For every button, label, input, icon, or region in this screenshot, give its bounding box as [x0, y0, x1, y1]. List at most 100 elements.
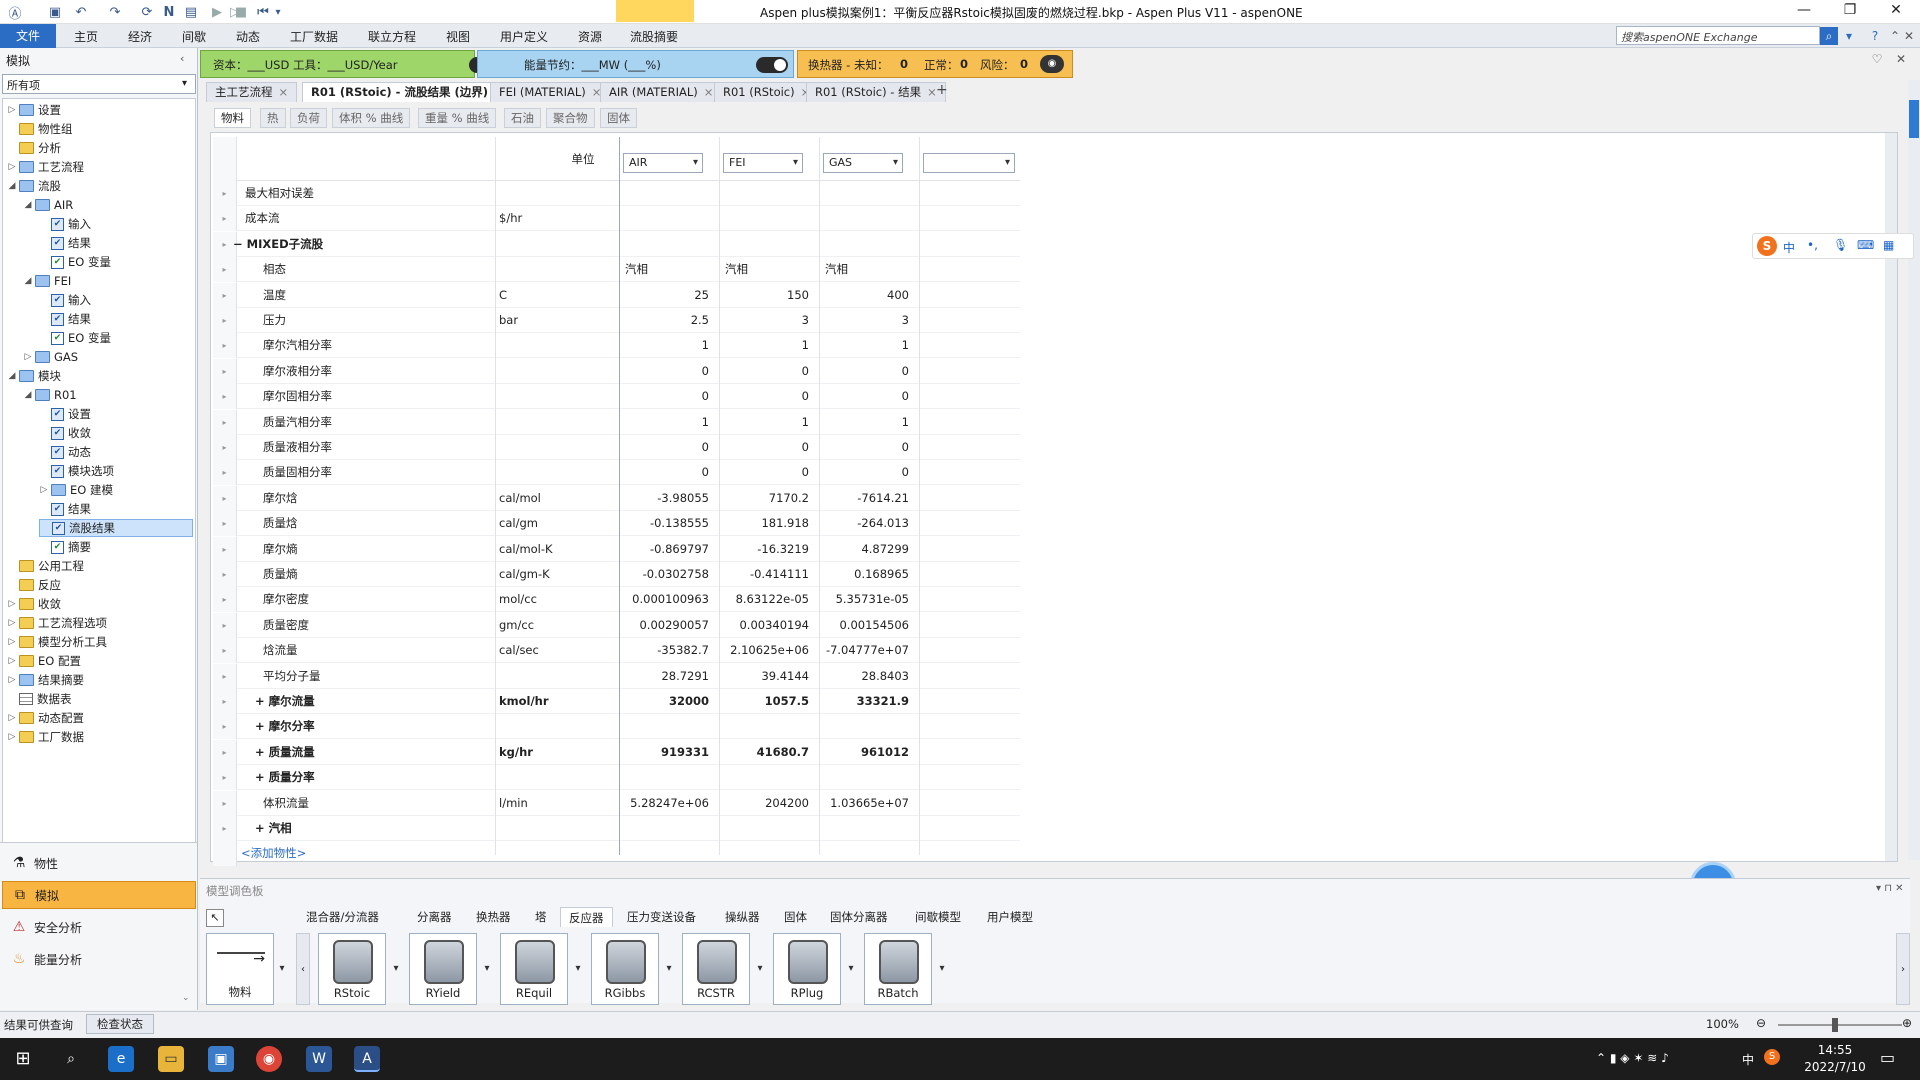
palette-tab[interactable]: 用户模型 — [979, 907, 1041, 927]
tree-node[interactable]: ▷ 工厂数据 — [7, 728, 193, 746]
collapse-row-icon[interactable]: − — [233, 237, 247, 251]
menu-batch[interactable]: 间歇 — [182, 28, 206, 45]
run-icon[interactable]: ▶ — [208, 3, 226, 21]
palette-scroll-left-icon[interactable]: ‹ — [296, 933, 310, 1005]
tree-node[interactable]: ▷ 收敛 — [7, 595, 193, 613]
row-header[interactable]: ▸ — [213, 460, 237, 486]
new-tab-icon[interactable]: + — [936, 82, 948, 98]
tab-air-material[interactable]: AIR (MATERIAL) × — [600, 82, 723, 102]
unit-cell[interactable]: bar — [499, 308, 617, 333]
unit-cell[interactable] — [499, 384, 617, 409]
row-header[interactable]: ▸ — [213, 358, 237, 384]
main-scrollbar[interactable] — [1908, 80, 1920, 860]
row-header[interactable]: ▸ — [213, 511, 237, 537]
unit-cell[interactable] — [499, 435, 617, 460]
ime-mode[interactable]: 中 — [1783, 239, 1795, 256]
ime-toolbar[interactable]: S 中 •, 🎙 ⌨ ▦ — [1752, 233, 1914, 259]
palette-model-rcstr[interactable]: RCSTR — [682, 933, 750, 1005]
expand-row-icon[interactable]: + — [255, 821, 269, 835]
subtab-polymer[interactable]: 聚合物 — [546, 108, 595, 128]
palette-tab[interactable]: 固体 — [776, 907, 815, 927]
tree-node[interactable]: ▷ GAS — [23, 348, 193, 366]
close-icon[interactable]: × — [279, 85, 289, 99]
zoom-in-icon[interactable]: ⊕ — [1902, 1016, 1912, 1030]
unit-cell[interactable]: $/hr — [499, 206, 617, 231]
tree-node[interactable]: ✔ EO 变量 — [39, 329, 193, 347]
aspen-plus-taskbar-icon[interactable]: A — [354, 1046, 380, 1072]
palette-tab[interactable]: 混合器/分流器 — [298, 907, 387, 927]
row-header[interactable]: ▸ — [213, 282, 237, 308]
collapse-icon[interactable]: ◢ — [23, 390, 33, 400]
expand-icon[interactable]: ▷ — [7, 105, 17, 115]
tree-node[interactable]: ✔ 输入 — [39, 215, 193, 233]
grid-menu-icon[interactable]: ▦ — [1883, 238, 1894, 252]
tree-node[interactable]: ✔ 模块选项 — [39, 462, 193, 480]
tray-ime[interactable]: 中 — [1742, 1051, 1754, 1068]
close-button[interactable]: ✕ — [1876, 2, 1916, 22]
model-dropdown-icon[interactable]: ▾ — [570, 933, 586, 1005]
tree-node[interactable]: ▷ 结果摘要 — [7, 671, 193, 689]
unit-cell[interactable]: cal/gm — [499, 511, 617, 536]
menu-file[interactable]: 文件 — [0, 24, 56, 48]
tree-node[interactable]: ✔ 收敛 — [39, 424, 193, 442]
palette-model-rgibbs[interactable]: RGibbs — [591, 933, 659, 1005]
unit-cell[interactable] — [499, 714, 617, 739]
palette-tab[interactable]: 间歇模型 — [907, 907, 969, 927]
main-scroll-thumb[interactable] — [1909, 100, 1919, 138]
tree-node[interactable]: 反应 — [7, 576, 193, 594]
tab-main-flowsheet[interactable]: 主工艺流程 × — [206, 82, 298, 102]
row-header[interactable]: ▸ — [213, 638, 237, 664]
menu-plant-data[interactable]: 工厂数据 — [290, 28, 338, 45]
reinit-icon[interactable]: ⟳ — [138, 3, 156, 21]
menu-customize[interactable]: 用户定义 — [500, 28, 548, 45]
palette-tab[interactable]: 分离器 — [409, 907, 460, 927]
microphone-icon[interactable]: 🎙 — [1833, 238, 1848, 252]
row-header[interactable]: ▸ — [213, 714, 237, 740]
tree-node[interactable]: 数据表 — [7, 690, 193, 708]
expand-icon[interactable]: ▷ — [7, 656, 17, 666]
word-icon[interactable]: W — [306, 1046, 332, 1072]
expand-icon[interactable]: ▷ — [7, 732, 17, 742]
row-header[interactable]: ▸ — [213, 765, 237, 791]
menu-home[interactable]: 主页 — [74, 28, 98, 45]
maximize-button[interactable]: ❐ — [1830, 2, 1870, 22]
palette-tab[interactable]: 压力变送设备 — [619, 907, 704, 927]
unit-cell[interactable] — [499, 333, 617, 358]
tree-node[interactable]: 公用工程 — [7, 557, 193, 575]
check-status-button[interactable]: 检查状态 — [86, 1014, 154, 1034]
nav-button-energy[interactable]: ♨ 能量分析 — [2, 945, 196, 973]
punctuation-icon[interactable]: •, — [1807, 238, 1818, 252]
row-header[interactable]: ▸ — [213, 333, 237, 359]
reset-icon[interactable]: ⏮ — [254, 3, 272, 21]
stop-icon[interactable]: ■ — [232, 3, 250, 21]
palette-material-stream[interactable]: → 物料 — [206, 933, 274, 1005]
palette-model-rplug[interactable]: RPlug — [773, 933, 841, 1005]
unit-cell[interactable] — [499, 257, 617, 282]
row-header[interactable]: ▸ — [213, 587, 237, 613]
menu-stream-summary[interactable]: 流股摘要 — [630, 28, 678, 45]
energy-toggle[interactable] — [756, 57, 788, 73]
hx-settings-icon[interactable]: ◉ — [1040, 55, 1064, 73]
expand-icon[interactable]: ▷ — [7, 675, 17, 685]
unit-cell[interactable] — [499, 664, 617, 689]
undo-icon[interactable]: ↶ — [72, 3, 90, 21]
close-pane-icon[interactable]: ✕ — [1892, 50, 1910, 68]
tree-node[interactable]: ◢ R01 — [23, 386, 193, 404]
tree-node[interactable]: ▷ 设置 — [7, 101, 193, 119]
subtab-heat[interactable]: 热 — [260, 108, 286, 128]
menu-dynamics[interactable]: 动态 — [236, 28, 260, 45]
row-header[interactable]: ▸ — [213, 206, 237, 232]
minimize-button[interactable]: — — [1784, 2, 1824, 22]
palette-menu-icon[interactable]: ▾ ⊓ ✕ — [1876, 883, 1904, 894]
chrome-icon[interactable]: ◉ — [256, 1046, 282, 1072]
monitor-app-icon[interactable]: ▣ — [208, 1046, 234, 1072]
exchange-search-input[interactable]: 搜索aspenONE Exchange — [1616, 26, 1820, 45]
tree-node[interactable]: ◢ FEI — [23, 272, 193, 290]
model-dropdown-icon[interactable]: ▾ — [752, 933, 768, 1005]
expand-row-icon[interactable]: + — [255, 770, 269, 784]
tree-node[interactable]: ◢ AIR — [23, 196, 193, 214]
unit-cell[interactable]: l/min — [499, 791, 617, 816]
collapse-icon[interactable]: ◢ — [7, 371, 17, 381]
row-header[interactable]: ▸ — [213, 739, 237, 765]
collapse-icon[interactable]: ◢ — [23, 276, 33, 286]
